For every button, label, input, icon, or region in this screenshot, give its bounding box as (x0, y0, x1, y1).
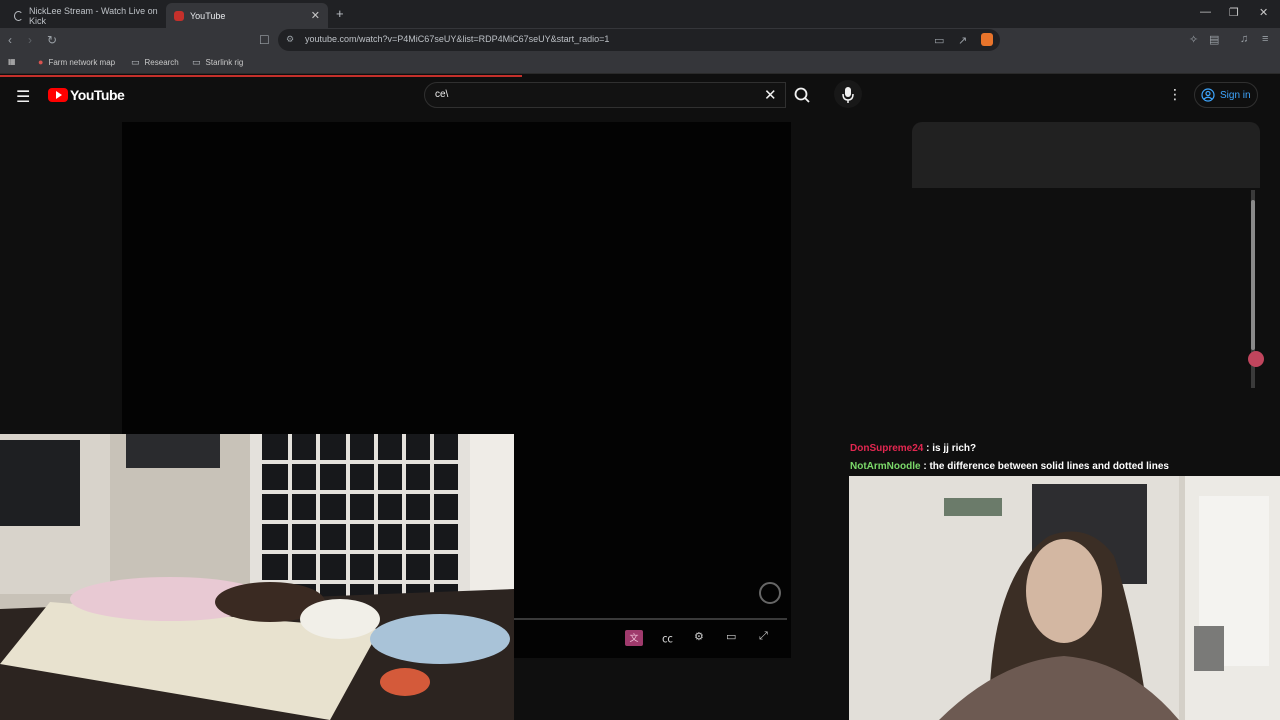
bookmark-starlink-rig[interactable]: ▭ Starlink rig (192, 57, 243, 68)
address-text: youtube.com/watch?v=P4MiC67seUY&list=RDP… (305, 34, 610, 44)
forward-icon[interactable]: › (28, 33, 32, 47)
bookmark-research[interactable]: ▭ Research (131, 57, 179, 68)
search-button[interactable] (788, 82, 816, 108)
loading-spinner-icon (14, 10, 23, 21)
browser-tab-bar: NickLee Stream - Watch Live on Kick YouT… (0, 0, 1280, 28)
chat-username: NotArmNoodle (850, 461, 921, 472)
youtube-play-icon (48, 88, 68, 102)
search-value: ce\ (435, 89, 449, 100)
voice-search-button[interactable] (834, 80, 862, 108)
account-icon (1201, 88, 1215, 102)
restore-icon[interactable]: ❐ (1229, 6, 1239, 19)
room-camera-image (0, 434, 514, 720)
bookmark-label: Starlink rig (205, 58, 244, 67)
sidebar-icon[interactable]: ▤ (1209, 33, 1219, 46)
chat-text: : the difference between solid lines and… (923, 461, 1169, 472)
chat-message: DonSupreme24 : is jj rich? (850, 442, 1169, 460)
chat-username: DonSupreme24 (850, 443, 924, 454)
map-pin-icon: ● (38, 57, 44, 67)
address-bar[interactable]: ⚙ youtube.com/watch?v=P4MiC67seUY&list=R… (278, 29, 1000, 51)
search-icon (794, 87, 810, 103)
playlist-panel-header (912, 122, 1260, 188)
tab-youtube[interactable]: YouTube ✕ (166, 3, 328, 28)
hamburger-menu-icon[interactable]: ☰ (16, 87, 30, 107)
settings-icon[interactable]: ⚙ (694, 630, 704, 643)
stream-chat-overlay: DonSupreme24 : is jj rich? NotArmNoodle … (850, 442, 1169, 478)
browser-toolbar: ‹ › ↻ ☐ ⚙ youtube.com/watch?v=P4MiC67seU… (0, 28, 1280, 52)
tab-title: NickLee Stream - Watch Live on Kick (28, 5, 158, 26)
captions-icon[interactable]: ㏄ (662, 630, 673, 646)
chat-text: : is jj rich? (926, 443, 977, 454)
auto-dub-icon[interactable]: 文 (625, 630, 643, 646)
new-tab-button[interactable]: + (336, 6, 344, 21)
floating-badge-icon[interactable] (1248, 351, 1264, 367)
room-camera-feed (0, 434, 514, 720)
channel-watermark-icon[interactable] (759, 582, 781, 604)
back-icon[interactable]: ‹ (8, 33, 12, 47)
panel-scrollbar-thumb[interactable] (1251, 200, 1255, 350)
tab-close-icon[interactable]: ✕ (311, 9, 320, 22)
bookmark-label: Research (144, 58, 179, 67)
video-progress-bar[interactable] (514, 618, 787, 620)
folder-icon: ▭ (192, 57, 201, 67)
cast-icon[interactable]: ▭ (934, 34, 944, 47)
media-icon[interactable]: ♫ (1240, 33, 1248, 45)
more-options-icon[interactable]: ⋮ (1168, 86, 1182, 103)
youtube-favicon-icon (174, 10, 184, 21)
microphone-icon (842, 87, 854, 103)
apps-grid-icon[interactable]: ▦ (8, 57, 16, 66)
clear-search-icon[interactable]: ✕ (764, 86, 777, 104)
share-icon[interactable]: ↗ (958, 34, 967, 47)
webcam-image (849, 476, 1280, 720)
bookmarks-bar: ▦ ● Farm network map ▭ Research ▭ Starli… (0, 52, 1280, 74)
bookmark-label: Farm network map (48, 57, 116, 67)
bookmark-farm-network-map[interactable]: ● Farm network map (38, 57, 115, 67)
sign-in-label: Sign in (1220, 89, 1251, 101)
logo-text: YouTube (70, 87, 125, 103)
close-window-icon[interactable]: ✕ (1259, 6, 1268, 19)
search-input[interactable]: ce\ ✕ (424, 82, 786, 108)
fullscreen-icon[interactable]: ⤢ (759, 630, 768, 643)
youtube-logo[interactable]: YouTube (48, 87, 125, 103)
bookmark-icon[interactable]: ☐ (259, 33, 270, 47)
brave-shields-icon[interactable] (981, 33, 993, 46)
extensions-icon[interactable]: ✧ (1189, 33, 1198, 46)
tab-title: YouTube (190, 10, 226, 21)
tab-kick[interactable]: NickLee Stream - Watch Live on Kick (6, 3, 166, 28)
site-info-icon[interactable]: ⚙ (286, 34, 294, 45)
menu-icon[interactable]: ≡ (1262, 33, 1268, 45)
streamer-webcam-feed (849, 476, 1280, 720)
folder-icon: ▭ (131, 57, 140, 67)
minimize-icon[interactable]: — (1200, 6, 1211, 18)
theater-mode-icon[interactable]: ▭ (726, 630, 736, 643)
sign-in-button[interactable]: Sign in (1194, 82, 1258, 108)
reload-icon[interactable]: ↻ (47, 33, 57, 47)
